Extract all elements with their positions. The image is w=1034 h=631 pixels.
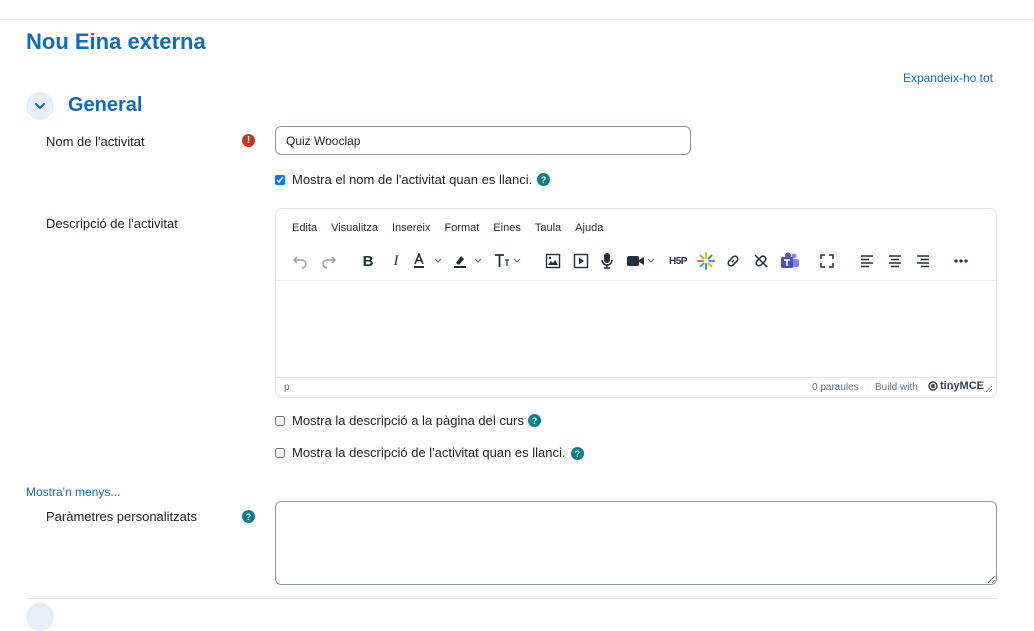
show-description-launch-label: Mostra la descripció de l'activitat quan…	[292, 445, 566, 460]
highlight-icon	[454, 256, 482, 268]
top-divider	[0, 19, 1034, 20]
italic-icon: I	[393, 252, 399, 269]
show-less-link[interactable]: Mostra'n menys...	[26, 485, 120, 499]
next-section-toggle[interactable]	[26, 603, 54, 631]
text-color-icon	[414, 253, 442, 268]
section-divider	[26, 598, 997, 599]
highlight-color-button[interactable]	[452, 249, 486, 273]
teams-icon	[781, 252, 799, 268]
show-description-course-checkbox[interactable]	[275, 415, 285, 426]
insert-media-button[interactable]	[571, 249, 591, 273]
required-icon: !	[242, 134, 255, 147]
help-icon[interactable]: ?	[537, 173, 550, 186]
align-center-button[interactable]	[885, 249, 905, 273]
more-options-button[interactable]	[951, 249, 971, 273]
show-name-label: Mostra el nom de l'activitat quan es lla…	[292, 172, 533, 187]
fullscreen-icon	[820, 254, 834, 268]
activity-name-input[interactable]	[275, 126, 691, 155]
record-audio-button[interactable]	[597, 249, 617, 273]
unlink-button[interactable]	[751, 249, 771, 273]
activity-description-label: Descripció de l'activitat	[46, 216, 178, 231]
menu-insert[interactable]: Insereix	[392, 222, 431, 234]
media-icon	[573, 253, 589, 269]
record-video-button[interactable]	[625, 249, 659, 273]
help-icon[interactable]: ?	[528, 414, 541, 427]
unlink-icon	[754, 254, 768, 268]
h5p-button[interactable]: H5P	[666, 249, 690, 273]
activity-name-label: Nom de l'activitat	[46, 134, 145, 149]
teams-meeting-button[interactable]	[778, 249, 802, 273]
build-with-label: Build with	[875, 382, 918, 393]
align-center-icon	[889, 255, 901, 268]
custom-parameters-textarea[interactable]	[275, 501, 997, 585]
menu-edit[interactable]: Edita	[292, 222, 317, 234]
help-icon[interactable]: ?	[242, 510, 255, 523]
editor-statusbar: p 0 paraules Build with tinyMCE	[276, 377, 996, 397]
align-left-button[interactable]	[857, 249, 877, 273]
align-left-icon	[861, 255, 873, 268]
redo-button[interactable]	[319, 249, 339, 273]
section-title: General	[68, 94, 143, 116]
show-description-launch-checkbox[interactable]	[275, 447, 285, 458]
editor-content-area[interactable]	[276, 281, 996, 377]
insert-image-button[interactable]	[543, 249, 563, 273]
redo-icon	[322, 256, 337, 269]
link-button[interactable]	[723, 249, 743, 273]
word-count[interactable]: 0 paraules	[812, 382, 859, 393]
page-title: Nou Eina externa	[26, 29, 206, 54]
font-size-icon	[495, 254, 521, 267]
undo-icon	[292, 256, 307, 269]
show-description-course-label: Mostra la descripció a la pàgina del cur…	[292, 413, 524, 428]
show-name-option[interactable]: Mostra el nom de l'activitat quan es lla…	[275, 172, 532, 187]
italic-button[interactable]: I	[386, 249, 406, 273]
bold-icon: B	[362, 252, 374, 270]
expand-all-link[interactable]: Expandeix-ho tot	[903, 71, 993, 85]
section-collapse-toggle[interactable]	[26, 92, 54, 120]
custom-parameters-label: Paràmetres personalitzats	[46, 509, 198, 524]
tinymce-brand-label: tinyMCE	[940, 380, 984, 392]
show-description-launch-option[interactable]: Mostra la descripció de l'activitat quan…	[275, 445, 565, 460]
wooclap-button[interactable]	[695, 249, 717, 273]
bold-button[interactable]: B	[358, 249, 378, 273]
h5p-icon: H5P	[669, 255, 687, 267]
video-camera-icon	[627, 256, 655, 266]
show-name-checkbox[interactable]	[275, 174, 285, 185]
show-description-course-option[interactable]: Mostra la descripció a la pàgina del cur…	[275, 413, 524, 428]
menu-help[interactable]: Ajuda	[575, 222, 603, 234]
image-icon	[545, 253, 561, 269]
menu-view[interactable]: Visualitza	[331, 222, 378, 234]
editor-menubar: Edita Visualitza Insereix Format Eines T…	[292, 222, 603, 234]
fullscreen-button[interactable]	[817, 249, 837, 273]
menu-table[interactable]: Taula	[535, 222, 561, 234]
description-editor[interactable]: Edita Visualitza Insereix Format Eines T…	[275, 208, 997, 398]
element-path[interactable]: p	[284, 382, 290, 393]
undo-button[interactable]	[290, 249, 310, 273]
microphone-icon	[601, 253, 613, 269]
tinymce-brand-link[interactable]: tinyMCE	[928, 380, 984, 392]
align-right-icon	[917, 255, 929, 268]
menu-tools[interactable]: Eines	[493, 222, 521, 234]
text-color-button[interactable]	[412, 249, 446, 273]
font-size-button[interactable]	[494, 249, 524, 273]
tinymce-logo-icon	[928, 381, 938, 391]
chevron-down-icon	[35, 103, 45, 109]
wooclap-icon	[697, 252, 715, 270]
resize-handle-icon[interactable]	[985, 385, 993, 393]
more-icon	[954, 259, 968, 263]
help-icon[interactable]: ?	[571, 447, 584, 460]
align-right-button[interactable]	[913, 249, 933, 273]
link-icon	[727, 255, 739, 267]
menu-format[interactable]: Format	[445, 222, 480, 234]
